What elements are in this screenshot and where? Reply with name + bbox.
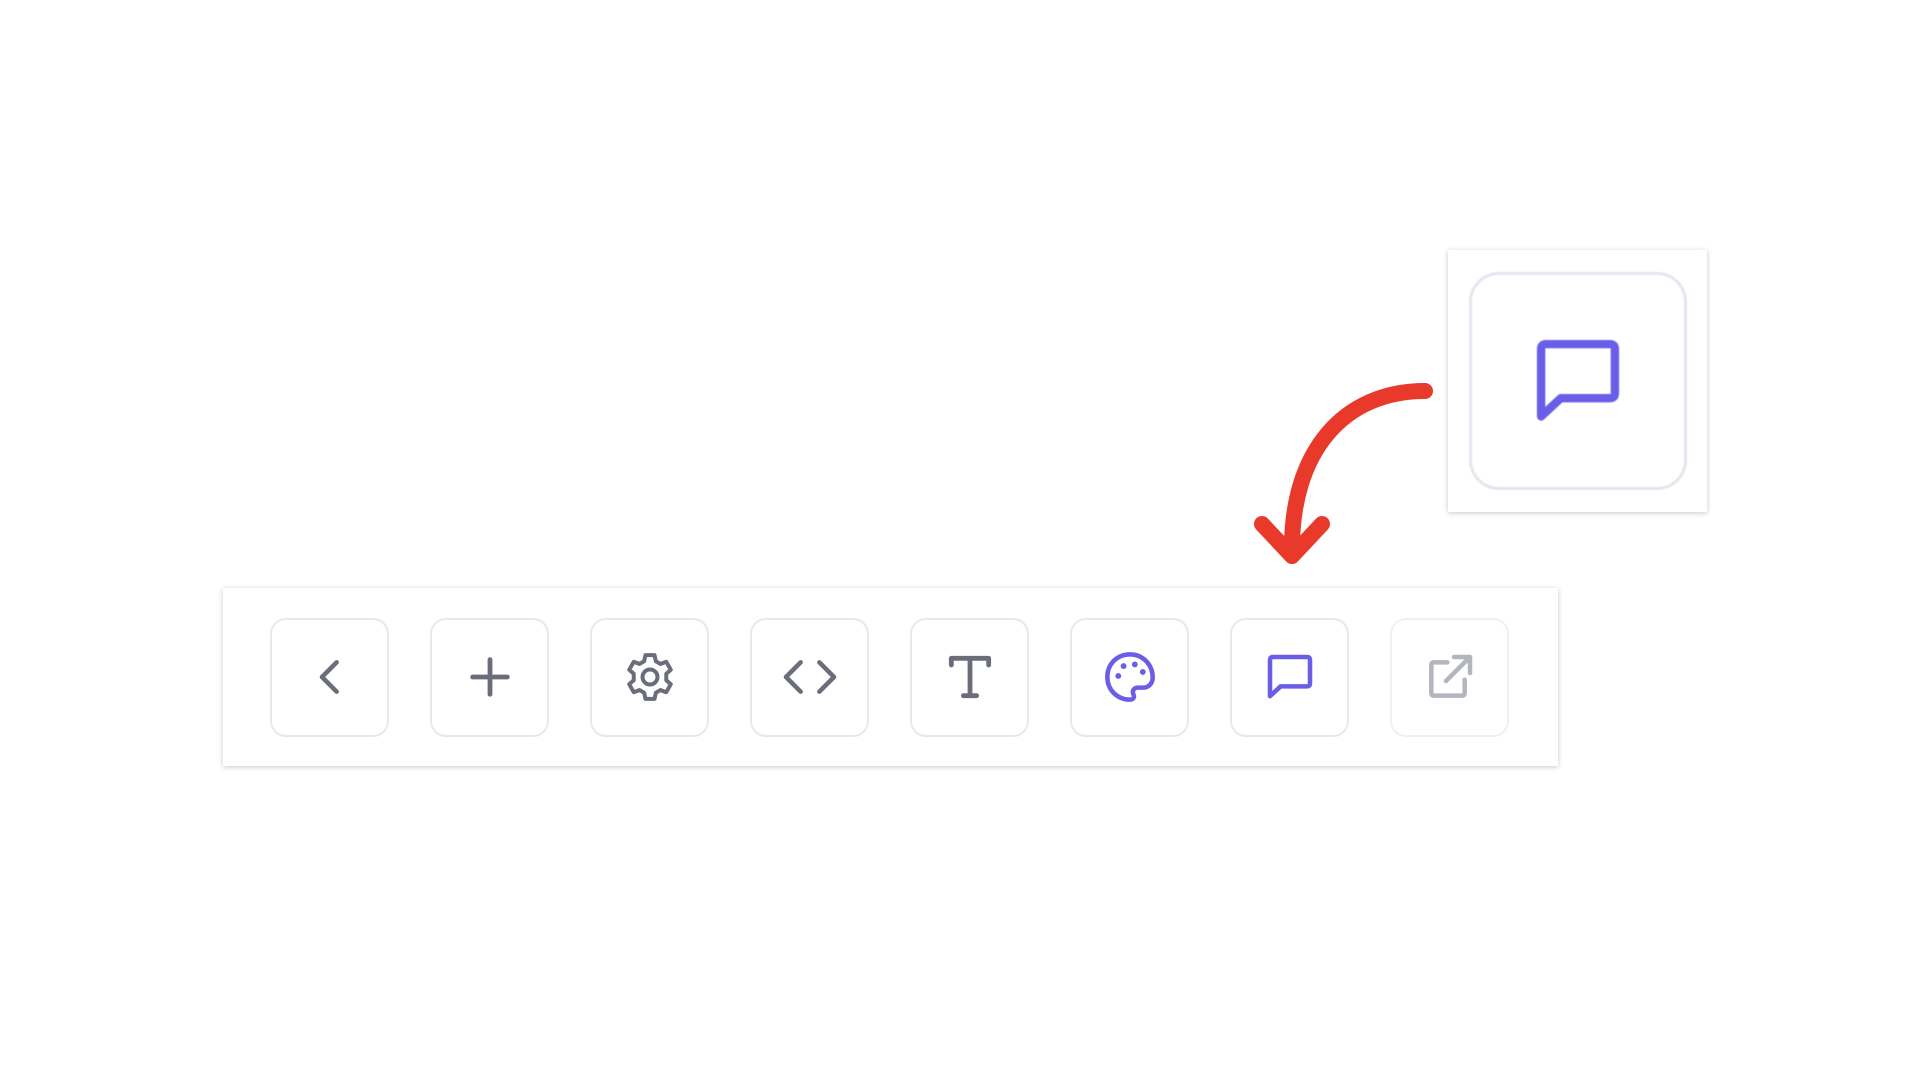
chevron-left-icon [298,645,362,709]
external-link-icon [1418,645,1482,709]
palette-icon [1098,645,1162,709]
text-button[interactable] [910,617,1029,737]
comment-button[interactable] [1230,617,1349,737]
theme-button[interactable] [1070,617,1189,737]
toolbar [223,588,1558,766]
comment-icon [1258,645,1322,709]
add-button[interactable] [430,617,549,737]
annotation-arrow [1254,383,1433,564]
stage [0,0,1920,1080]
gear-icon [618,645,682,709]
plus-icon [458,645,522,709]
comment-icon [1519,322,1637,440]
text-icon [938,645,1002,709]
settings-button[interactable] [590,617,709,737]
zoomed-comment-button [1468,272,1687,490]
code-button[interactable] [750,617,869,737]
back-button[interactable] [270,617,389,737]
code-icon [778,645,842,709]
open-external-button[interactable] [1390,617,1509,737]
zoom-callout [1448,250,1707,512]
